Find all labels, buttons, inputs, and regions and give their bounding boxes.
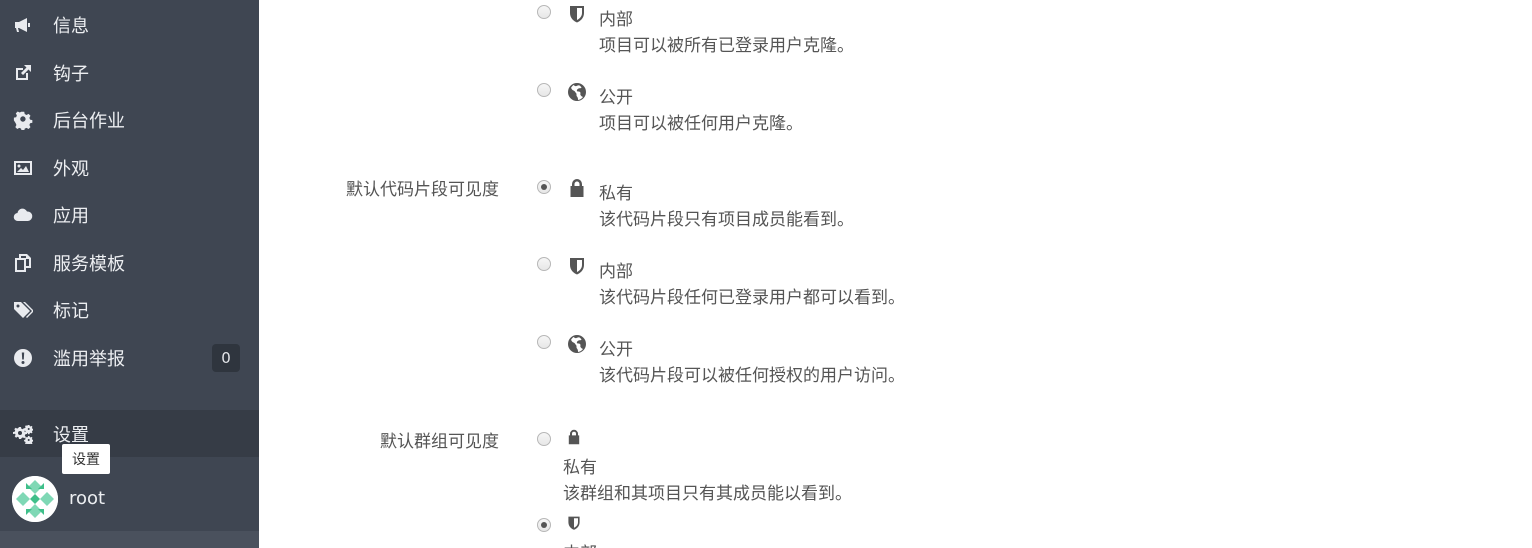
sidebar-item-applications[interactable]: 应用: [0, 195, 259, 235]
option-description: 该代码片段可以被任何授权的用户访问。: [599, 366, 905, 386]
lock-icon: [566, 429, 582, 445]
external-link-icon: [12, 62, 34, 84]
sidebar-item-label: 滥用举报: [53, 349, 125, 370]
option-description: 项目可以被任何用户克隆。: [599, 114, 803, 134]
globe-icon: [567, 334, 587, 354]
globe-icon: [567, 82, 587, 102]
option-description: 项目可以被所有已登录用户克隆。: [599, 36, 854, 56]
user-menu[interactable]: root: [0, 468, 259, 530]
snippet-visibility-label: 默认代码片段可见度: [346, 180, 499, 200]
sidebar-item-label: 外观: [53, 159, 89, 180]
username: root: [69, 488, 106, 509]
copy-icon: [12, 252, 34, 274]
bullhorn-icon: [12, 14, 34, 36]
option-title: 内部: [599, 262, 633, 282]
sidebar-item-label: 服务模板: [53, 254, 125, 275]
shield-icon: [567, 256, 587, 276]
snippet-visibility-private-radio[interactable]: [537, 180, 551, 194]
gears-icon: [12, 423, 34, 445]
snippet-visibility-internal-radio[interactable]: [537, 257, 551, 271]
sidebar-item-label: 信息: [53, 16, 89, 37]
sidebar-item-service-templates[interactable]: 服务模板: [0, 243, 259, 283]
option-title: 内部: [599, 10, 633, 30]
option-title: 内部: [563, 539, 597, 548]
exclamation-circle-icon: [12, 347, 34, 369]
option-description: 该代码片段任何已登录用户都可以看到。: [599, 288, 905, 308]
group-visibility-internal-radio[interactable]: [537, 518, 551, 532]
group-visibility-label: 默认群组可见度: [380, 432, 499, 452]
sidebar-item-label: 后台作业: [53, 111, 125, 132]
option-title: 私有: [599, 184, 633, 204]
gear-icon: [12, 109, 34, 131]
sidebar-item-settings[interactable]: 设置: [0, 410, 259, 457]
option-description: 该代码片段只有项目成员能看到。: [599, 210, 854, 230]
sidebar-item-hooks[interactable]: 钩子: [0, 53, 259, 93]
sidebar: 信息 钩子 后台作业 外观 应用 服务模板 标记 滥用举报 0 设置 root …: [0, 0, 259, 548]
tooltip: 设置: [62, 444, 110, 474]
project-visibility-public-radio[interactable]: [537, 83, 551, 97]
option-description: 该群组和其项目只有其成员能以看到。: [563, 484, 852, 504]
option-title: 公开: [599, 340, 633, 360]
shield-icon: [567, 4, 587, 24]
snippet-visibility-public-radio[interactable]: [537, 335, 551, 349]
sidebar-item-label: 设置: [53, 424, 89, 446]
sidebar-item-background-jobs[interactable]: 后台作业: [0, 100, 259, 140]
group-visibility-private-radio[interactable]: [537, 432, 551, 446]
option-title: 公开: [599, 88, 633, 108]
sidebar-item-abuse-reports[interactable]: 滥用举报 0: [0, 338, 259, 378]
sidebar-item-label: 应用: [53, 206, 89, 227]
avatar: [12, 476, 58, 522]
shield-icon: [566, 515, 582, 531]
sidebar-item-label: 钩子: [53, 64, 89, 85]
cloud-icon: [12, 204, 34, 226]
image-icon: [12, 157, 34, 179]
abuse-count-badge: 0: [212, 344, 240, 372]
option-title: 私有: [563, 458, 597, 478]
sidebar-item-label: 标记: [53, 301, 89, 322]
lock-icon: [567, 178, 587, 198]
sidebar-item-appearance[interactable]: 外观: [0, 148, 259, 188]
settings-content: 内部 项目可以被所有已登录用户克隆。 公开 项目可以被任何用户克隆。 默认代码片…: [259, 0, 1532, 548]
sidebar-item-messages[interactable]: 信息: [0, 5, 259, 45]
sidebar-item-labels[interactable]: 标记: [0, 290, 259, 330]
project-visibility-internal-radio[interactable]: [537, 5, 551, 19]
sidebar-footer: [0, 531, 259, 548]
tags-icon: [12, 299, 34, 321]
